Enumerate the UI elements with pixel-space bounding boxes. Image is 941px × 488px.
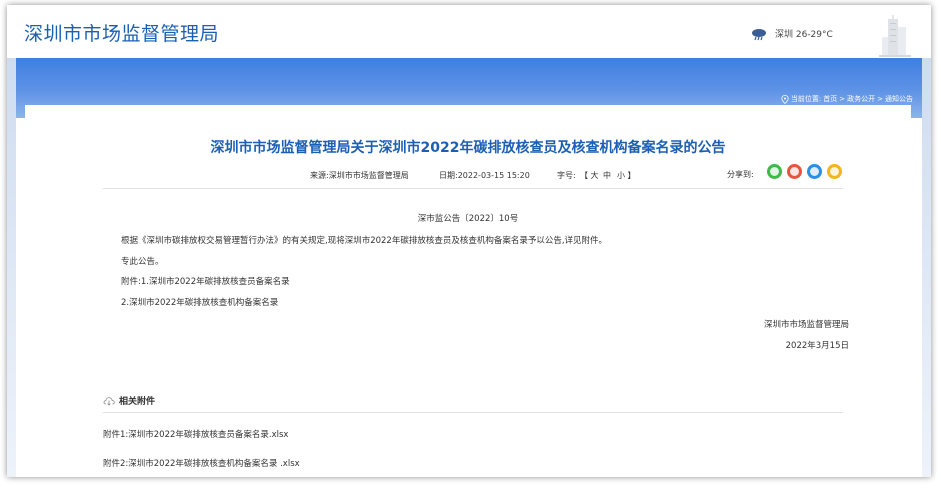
font-size-medium[interactable]: 中	[603, 170, 611, 181]
attachments-heading: 相关附件	[103, 394, 155, 407]
rain-cloud-icon	[752, 29, 766, 41]
wechat-share-icon[interactable]	[767, 164, 782, 179]
body-paragraph-3: 附件:1.深圳市2022年碳排放核查员备案名录	[121, 277, 290, 287]
body-paragraph-4: 2.深圳市2022年碳排放核查机构备案名录	[121, 298, 279, 308]
breadcrumb-notices[interactable]: 通知公告	[885, 94, 913, 104]
qq-share-icon[interactable]	[807, 164, 822, 179]
breadcrumb-separator: >	[839, 95, 846, 103]
site-header: 深圳市市场监督管理局 深圳 26-29°C	[7, 5, 931, 59]
divider	[103, 188, 843, 189]
building-icon	[879, 15, 911, 57]
article-source: 来源:深圳市市场监督管理局	[310, 171, 409, 180]
attachments-heading-text: 相关附件	[119, 397, 156, 407]
site-title[interactable]: 深圳市市场监督管理局	[24, 19, 219, 46]
font-size-large[interactable]: 【 大	[580, 170, 599, 181]
location-pin-icon	[781, 94, 789, 104]
body-paragraph-1: 根据《深圳市碳排放权交易管理暂行办法》的有关规定,现将深圳市2022年碳排放核查…	[121, 236, 608, 246]
attachment-link-2[interactable]: 附件2:深圳市2022年碳排放核查机构备案名录 .xlsx	[103, 457, 300, 469]
breadcrumb-gov-affairs[interactable]: 政务公开	[847, 94, 875, 104]
article-date: 日期:2022-03-15 15:20	[439, 171, 530, 180]
font-size-label: 字号:	[557, 171, 576, 180]
body-paragraph-2: 专此公告。	[121, 257, 164, 267]
share-label: 分享到:	[727, 170, 754, 179]
qzone-share-icon[interactable]	[827, 164, 842, 179]
breadcrumb-separator: >	[877, 95, 883, 103]
signature: 深圳市市场监督管理局	[763, 320, 849, 330]
attachment-link-1[interactable]: 附件1:深圳市2022年碳排放核查员备案名录.xlsx	[103, 428, 288, 440]
doc-number: 深市监公告〔2022〕10号	[417, 214, 519, 224]
browser-page: 深圳市市场监督管理局 深圳 26-29°C 当前位置: 首页 > 政务公开 > …	[7, 5, 931, 477]
breadcrumb-home[interactable]: 首页	[823, 94, 837, 104]
divider	[103, 412, 843, 413]
article-title: 深圳市市场监督管理局关于深圳市2022年碳排放核查员及核查机构备案名录的公告	[210, 140, 726, 156]
cloud-download-icon	[103, 396, 115, 406]
weather-text: 深圳 26-29°C	[775, 30, 833, 40]
breadcrumb-prefix: 当前位置:	[790, 95, 822, 103]
font-size-small[interactable]: 小 】	[617, 170, 636, 181]
sign-date: 2022年3月15日	[785, 341, 849, 351]
article-content: 深圳市市场监督管理局关于深圳市2022年碳排放核查员及核查机构备案名录的公告 来…	[25, 105, 911, 477]
page-side-right	[922, 58, 931, 477]
weibo-share-icon[interactable]	[787, 164, 802, 179]
page-side-left	[7, 58, 16, 477]
breadcrumb: 当前位置: 首页 > 政务公开 > 通知公告	[781, 94, 913, 104]
